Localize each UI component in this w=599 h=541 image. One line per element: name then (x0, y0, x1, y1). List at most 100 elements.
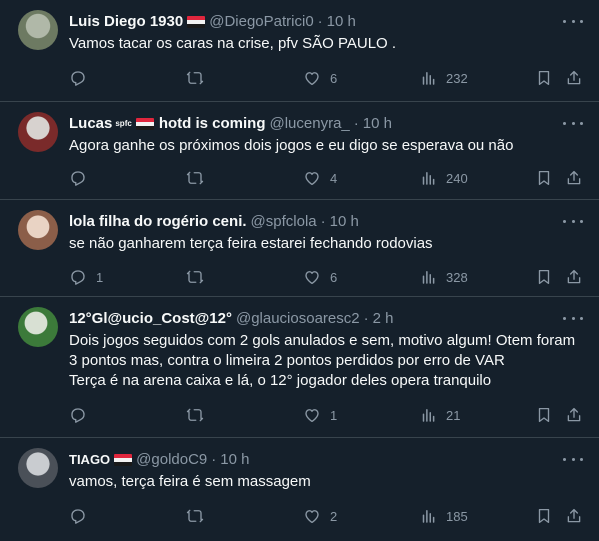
user-handle[interactable]: @glauciosoaresc2 (236, 309, 360, 329)
display-name[interactable]: Luis Diego 1930 (69, 12, 183, 32)
bookmark-button[interactable] (535, 406, 553, 424)
avatar-image (18, 112, 58, 152)
action-bar: 6 232 (69, 68, 583, 88)
display-name-extra[interactable]: hotd is coming (159, 114, 266, 134)
user-handle[interactable]: @spfclola (251, 212, 317, 232)
reply-icon (71, 71, 85, 86)
more-options-icon[interactable] (563, 452, 583, 466)
user-handle[interactable]: @DiegoPatrici0 (209, 12, 313, 32)
avatar[interactable] (18, 112, 58, 152)
reply-button[interactable] (69, 406, 87, 424)
share-button[interactable] (565, 268, 583, 286)
user-handle[interactable]: @lucenyra_ (269, 114, 349, 134)
timestamp[interactable]: 10 h (330, 212, 359, 232)
separator-dot: · (320, 213, 326, 230)
timestamp[interactable]: 10 h (220, 450, 249, 470)
retweet-button[interactable] (186, 406, 204, 424)
bookmark-button[interactable] (535, 169, 553, 187)
action-bar: 4 240 (69, 168, 583, 188)
tweet[interactable]: 12°Gl@ucio_Cost@12° @glauciosoaresc2 · 2… (0, 297, 599, 438)
like-button[interactable]: 6 (303, 268, 337, 286)
like-count: 2 (330, 508, 338, 524)
more-options-icon[interactable] (563, 311, 583, 325)
views-chart-icon (422, 510, 435, 523)
flag-icon (187, 16, 206, 28)
share-button[interactable] (565, 69, 583, 87)
view-count: 328 (446, 269, 468, 285)
timestamp[interactable]: 10 h (327, 12, 356, 32)
avatar-image (18, 448, 58, 488)
reply-button[interactable]: 1 (69, 268, 103, 286)
retweet-icon (186, 509, 204, 523)
avatar[interactable] (18, 10, 58, 50)
spfc-mark: spfc (115, 119, 132, 128)
tweet[interactable]: lola filha do rogério ceni. @spfclola · … (0, 200, 599, 297)
share-button[interactable] (565, 406, 583, 424)
avatar[interactable] (18, 210, 58, 250)
like-button[interactable]: 4 (303, 169, 337, 187)
view-count: 21 (446, 407, 461, 423)
reply-icon (71, 509, 85, 524)
user-handle[interactable]: @goldoC9 (136, 450, 207, 470)
tweet[interactable]: Luis Diego 1930 @DiegoPatrici0 · 10 h Va… (0, 0, 599, 102)
display-name[interactable]: TIAGO (69, 450, 110, 470)
bookmark-button[interactable] (535, 268, 553, 286)
share-icon (567, 407, 581, 422)
views-chart-icon (422, 409, 435, 422)
retweet-button[interactable] (186, 69, 204, 87)
bookmark-icon (538, 508, 550, 524)
tweet-feed: Luis Diego 1930 @DiegoPatrici0 · 10 h Va… (0, 0, 599, 541)
share-icon (567, 170, 581, 185)
avatar[interactable] (18, 448, 58, 488)
like-button[interactable]: 6 (303, 69, 337, 87)
view-count: 185 (446, 508, 468, 524)
retweet-button[interactable] (186, 169, 204, 187)
like-button[interactable]: 2 (303, 507, 337, 525)
tweet-text-line: Dois jogos seguidos com 2 gols anulados … (69, 332, 576, 349)
action-bar: 1 21 (69, 405, 583, 425)
bookmark-icon (538, 407, 550, 423)
views-chart-icon (422, 72, 435, 85)
reply-button[interactable] (69, 169, 87, 187)
more-options-icon[interactable] (563, 116, 583, 130)
timestamp[interactable]: 2 h (373, 309, 394, 329)
views-button[interactable]: 232 (419, 69, 468, 87)
tweet-text: vamos, terça feira é sem massagem (69, 473, 311, 490)
like-count: 6 (330, 269, 338, 285)
share-button[interactable] (565, 507, 583, 525)
views-button[interactable]: 328 (419, 268, 468, 286)
tweet[interactable]: Lucas spfc hotd is coming @lucenyra_ · 1… (0, 102, 599, 200)
tweet[interactable]: TIAGO @goldoC9 · 10 h vamos, terça feira… (0, 438, 599, 541)
retweet-icon (186, 408, 204, 422)
bookmark-icon (538, 269, 550, 285)
avatar[interactable] (18, 307, 58, 347)
tweet-text: Vamos tacar os caras na crise, pfv SÃO P… (69, 35, 397, 52)
views-button[interactable]: 185 (419, 507, 468, 525)
retweet-button[interactable] (186, 268, 204, 286)
views-chart-icon (422, 172, 435, 185)
more-options-icon[interactable] (563, 214, 583, 228)
share-button[interactable] (565, 169, 583, 187)
avatar-image (18, 307, 58, 347)
display-name[interactable]: 12°Gl@ucio_Cost@12° (69, 309, 232, 329)
reply-button[interactable] (69, 69, 87, 87)
like-count: 1 (330, 407, 338, 423)
heart-icon (305, 72, 319, 86)
share-icon (567, 508, 581, 523)
timestamp[interactable]: 10 h (363, 114, 392, 134)
reply-icon (71, 270, 85, 285)
separator-dot: · (317, 13, 323, 30)
views-button[interactable]: 21 (419, 406, 460, 424)
retweet-button[interactable] (186, 507, 204, 525)
display-name[interactable]: lola filha do rogério ceni. (69, 212, 247, 232)
more-options-icon[interactable] (563, 14, 583, 28)
reply-button[interactable] (69, 507, 87, 525)
tweet-text: Agora ganhe os próximos dois jogos e eu … (69, 137, 514, 154)
display-name[interactable]: Lucas (69, 114, 112, 134)
reply-count: 1 (96, 269, 104, 285)
views-button[interactable]: 240 (419, 169, 468, 187)
like-button[interactable]: 1 (303, 406, 337, 424)
bookmark-button[interactable] (535, 69, 553, 87)
bookmark-button[interactable] (535, 507, 553, 525)
avatar-image (18, 10, 58, 50)
